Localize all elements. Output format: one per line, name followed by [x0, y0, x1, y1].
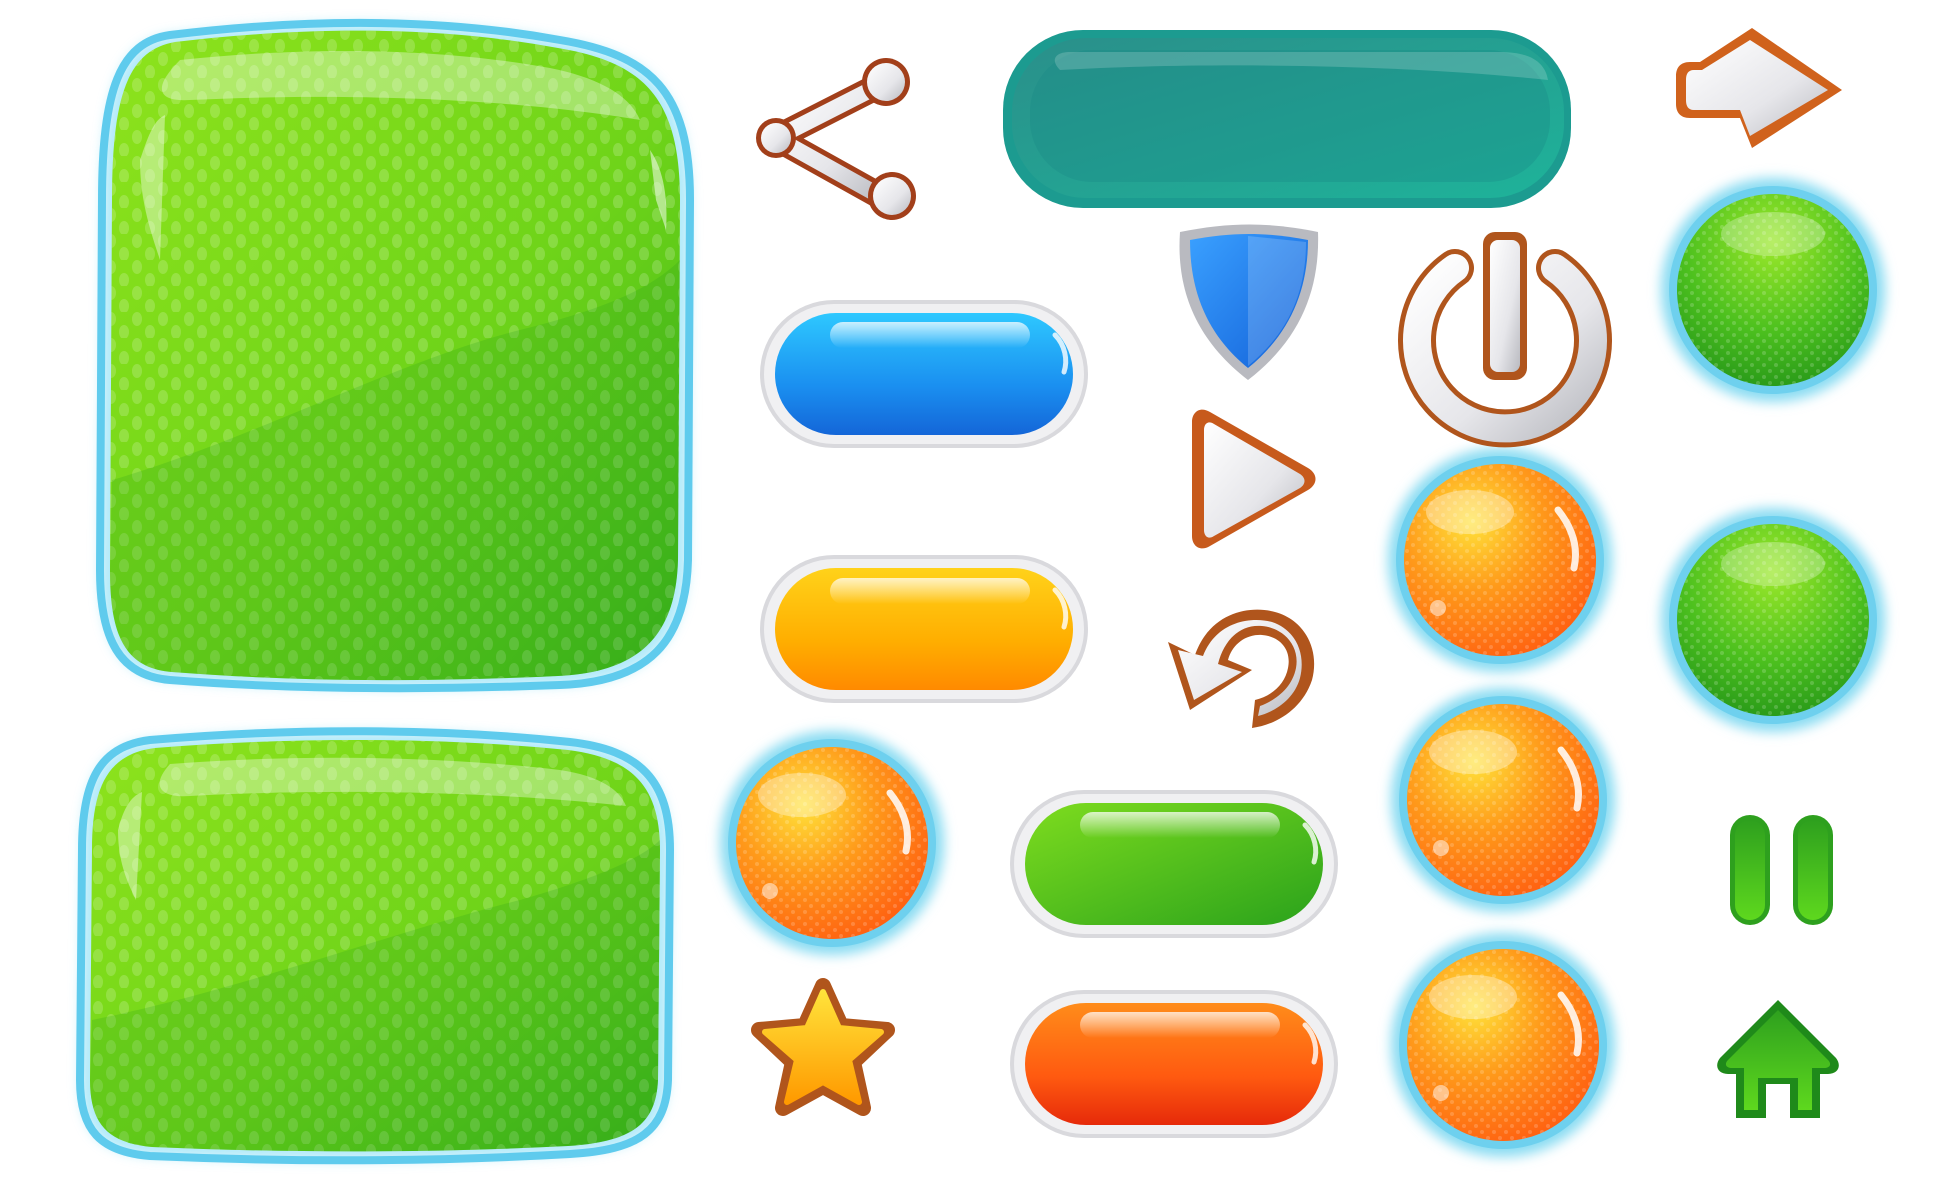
star-icon[interactable] — [751, 978, 895, 1116]
large-green-panel[interactable] — [95, 18, 695, 693]
orange-orb-button-2[interactable] — [1388, 448, 1612, 672]
wide-green-panel[interactable] — [75, 727, 675, 1165]
green-orb-button-2[interactable] — [1661, 508, 1885, 732]
play-icon[interactable] — [1192, 409, 1316, 549]
orange-orb-button-1[interactable] — [720, 731, 944, 955]
yellow-pill-button[interactable] — [760, 555, 1088, 703]
replay-icon[interactable] — [1168, 609, 1315, 728]
blue-pill-button[interactable] — [760, 300, 1088, 448]
share-icon[interactable] — [756, 58, 916, 220]
orange-pill-button[interactable] — [1010, 990, 1338, 1138]
orange-orb-button-3[interactable] — [1391, 688, 1615, 912]
green-orb-button-1[interactable] — [1661, 178, 1885, 402]
power-icon[interactable] — [1398, 232, 1612, 448]
shield-icon[interactable] — [1179, 224, 1319, 381]
button-kit-canvas — [75, 18, 1885, 1165]
orange-orb-button-4[interactable] — [1391, 933, 1615, 1157]
teal-bar-panel[interactable] — [1003, 30, 1571, 208]
home-icon[interactable] — [1717, 1000, 1839, 1118]
green-pill-button[interactable] — [1010, 790, 1338, 938]
pause-icon[interactable] — [1730, 815, 1833, 925]
arrow-right-icon[interactable] — [1676, 28, 1842, 148]
